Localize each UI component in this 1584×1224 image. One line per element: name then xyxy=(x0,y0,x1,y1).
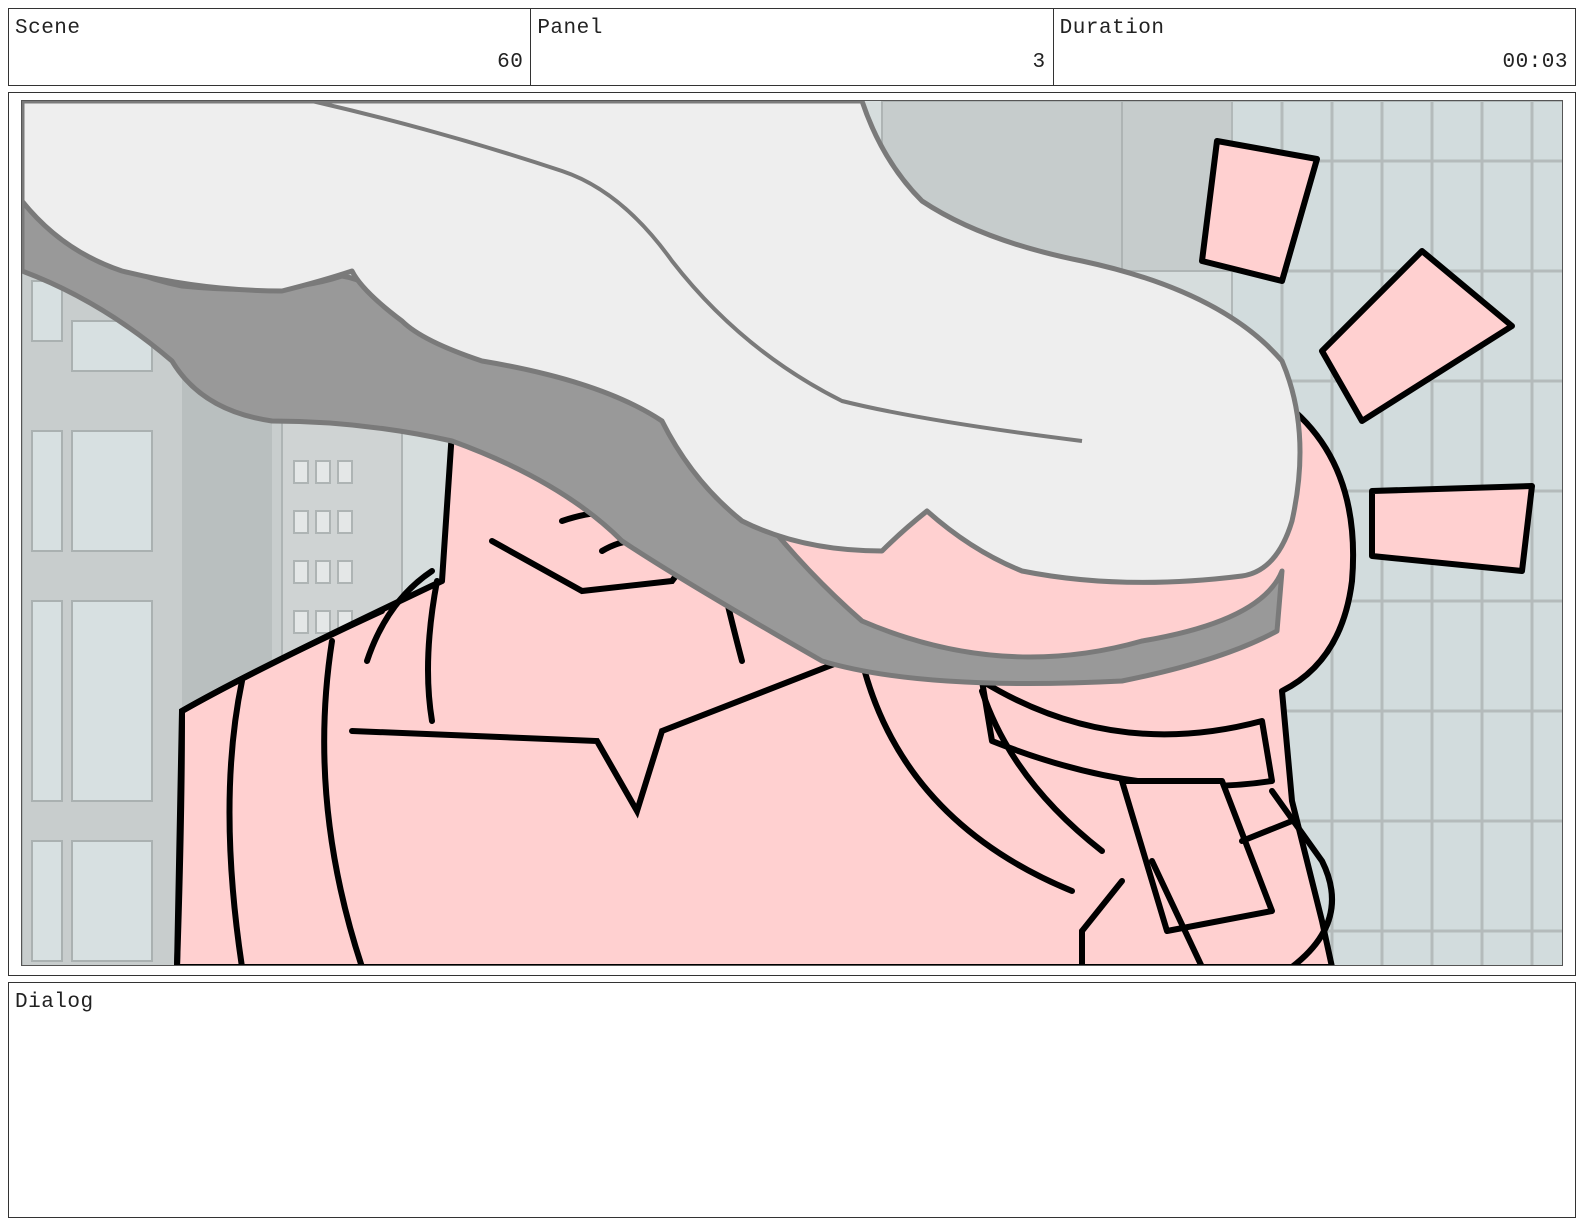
duration-label: Duration xyxy=(1059,17,1165,40)
storyboard-drawing[interactable] xyxy=(21,100,1563,966)
duration-value[interactable]: 00:03 xyxy=(1502,51,1568,74)
dialog-label: Dialog xyxy=(15,991,94,1014)
scene-cell: Scene 60 xyxy=(9,9,532,85)
duration-cell: Duration 00:03 xyxy=(1054,9,1575,85)
scene-number[interactable]: 60 xyxy=(497,51,523,74)
dialog-box[interactable]: Dialog xyxy=(8,982,1576,1218)
panel-number[interactable]: 3 xyxy=(1033,51,1046,74)
panel-cell: Panel 3 xyxy=(531,9,1054,85)
sketch-canvas xyxy=(22,101,1562,965)
panel-label: Panel xyxy=(537,17,603,40)
storyboard-panel-frame xyxy=(8,92,1576,976)
panel-info-header: Scene 60 Panel 3 Duration 00:03 xyxy=(8,8,1576,86)
scene-label: Scene xyxy=(15,17,81,40)
